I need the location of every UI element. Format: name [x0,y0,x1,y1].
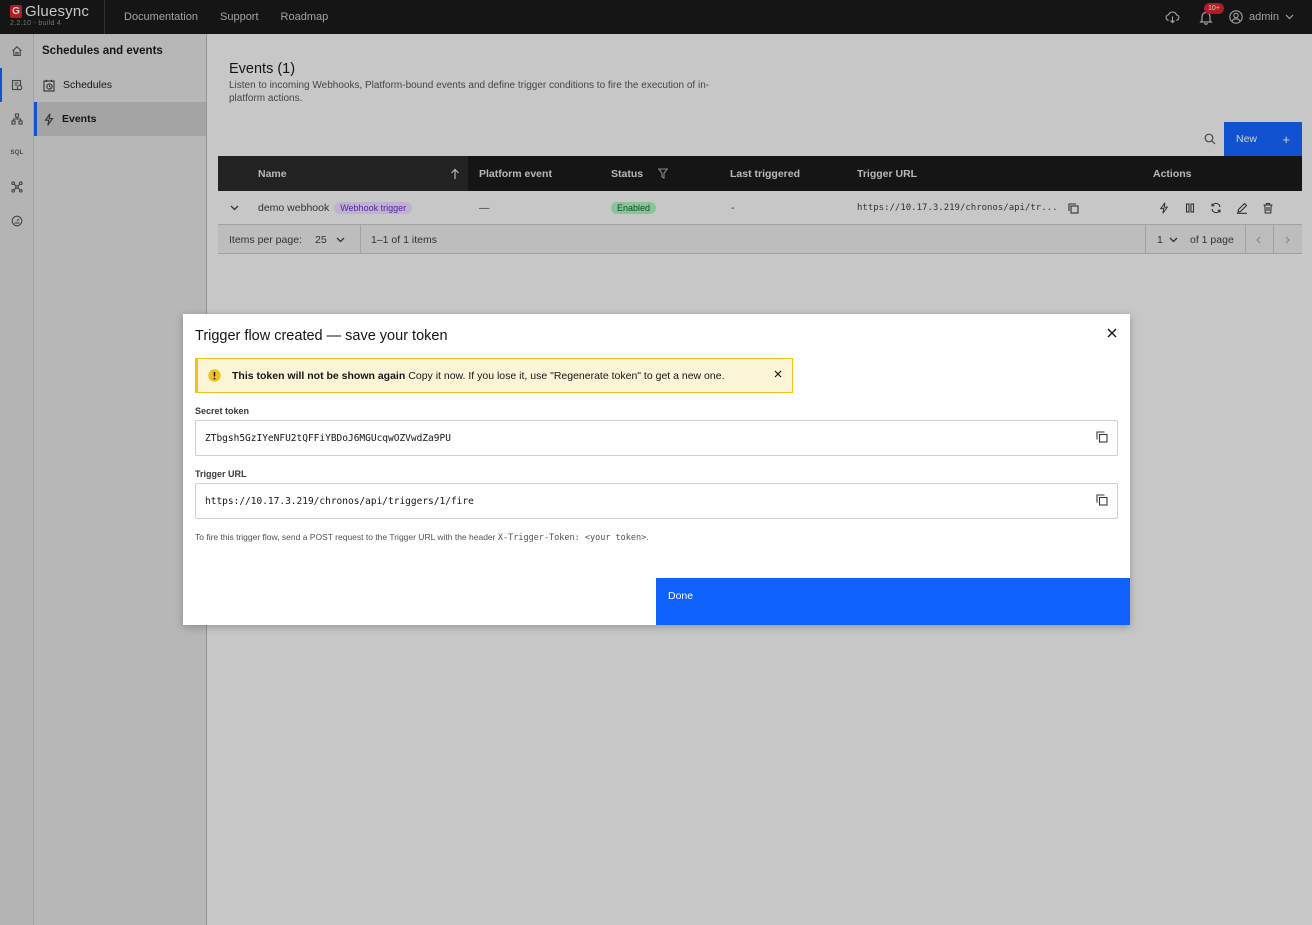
help-suffix: . [646,532,649,542]
copy-url-button[interactable] [1096,494,1108,506]
warning-notification: This token will not be shown again Copy … [195,358,793,393]
secret-token-field[interactable]: ZTbgsh5GzIYeNFU2tQFFiYBDoJ6MGUcqwOZVwdZa… [195,420,1118,456]
help-code: X-Trigger-Token: <your token> [497,533,647,543]
copy-secret-button[interactable] [1096,431,1108,443]
close-icon [774,370,782,378]
warning-icon [208,369,221,382]
trigger-url-value: https://10.17.3.219/chronos/api/triggers… [205,495,474,507]
copy-icon [1096,431,1108,443]
trigger-url-label: Trigger URL [195,469,247,479]
token-modal: Trigger flow created — save your token T… [183,314,1130,625]
done-button[interactable]: Done [656,578,1130,625]
copy-icon [1096,494,1108,506]
modal-title: Trigger flow created — save your token [195,328,448,344]
warning-title: This token will not be shown again [232,369,406,382]
trigger-url-field[interactable]: https://10.17.3.219/chronos/api/triggers… [195,483,1118,519]
modal-close-button[interactable] [1102,323,1122,343]
warning-close-button[interactable] [774,370,782,378]
warning-text: Copy it now. If you lose it, use "Regene… [408,369,725,382]
help-text: To fire this trigger flow, send a POST r… [195,532,649,543]
help-prefix: To fire this trigger flow, send a POST r… [195,532,498,542]
secret-token-label: Secret token [195,406,250,416]
close-icon [1107,328,1117,338]
secret-token-value: ZTbgsh5GzIYeNFU2tQFFiYBDoJ6MGUcqwOZVwdZa… [205,432,451,444]
